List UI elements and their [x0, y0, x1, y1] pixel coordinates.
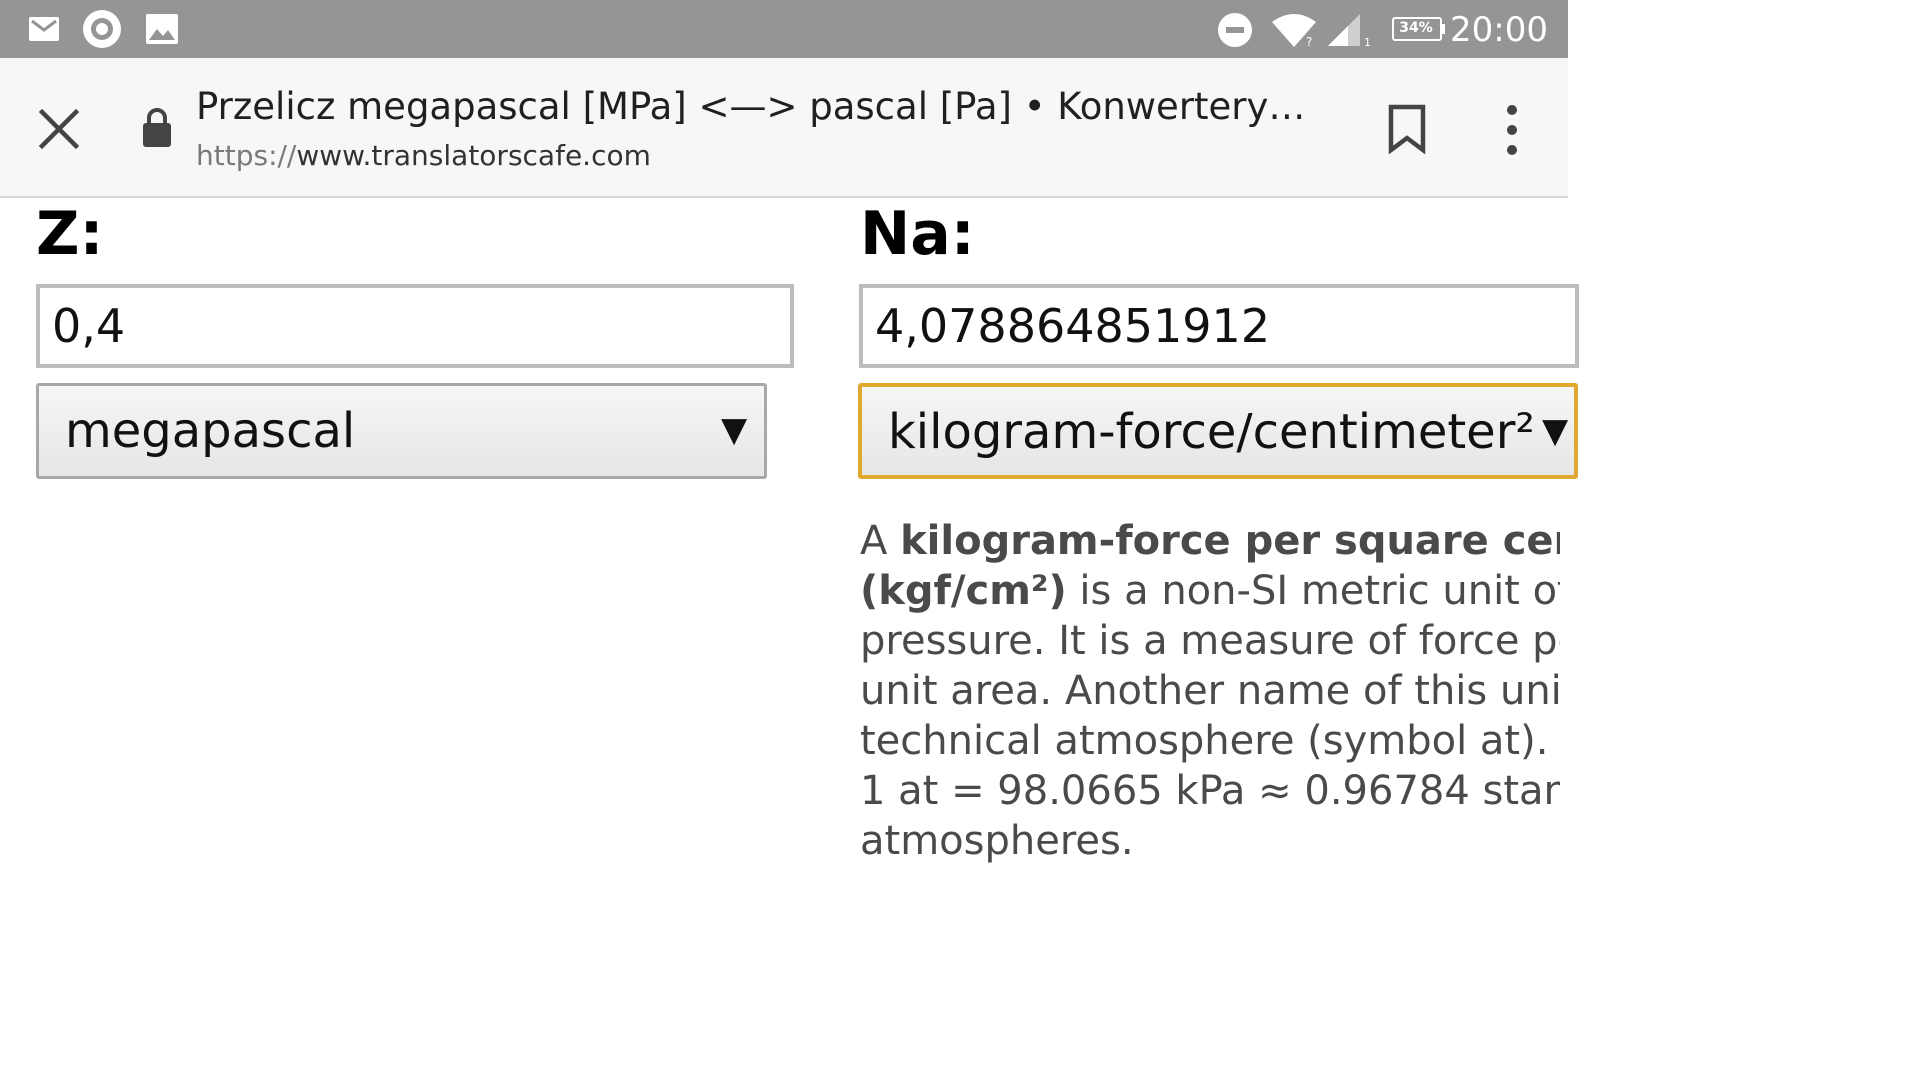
signal-icon: 1	[1328, 14, 1371, 48]
from-label: Z:	[36, 199, 104, 269]
from-unit-select[interactable]: megapascal ▼	[36, 383, 767, 479]
svg-text:1: 1	[1364, 36, 1371, 48]
page-url[interactable]: https://www.translatorscafe.com	[196, 136, 1296, 176]
dropdown-arrow-icon: ▼	[721, 410, 748, 450]
unit-description: A kilogram-force per square centimeter (…	[860, 516, 1560, 866]
to-unit-select[interactable]: kilogram-force/centimeter² ▼	[858, 383, 1578, 479]
gmail-icon	[29, 17, 59, 41]
unit-symbol: (kgf/cm²)	[860, 568, 1067, 614]
clock: 20:00	[1450, 10, 1548, 50]
close-icon[interactable]	[36, 106, 82, 152]
record-icon	[83, 10, 121, 48]
bookmark-icon[interactable]	[1386, 104, 1428, 154]
dnd-icon	[1218, 13, 1252, 47]
from-unit-value: megapascal	[65, 403, 356, 459]
svg-text:?: ?	[1306, 35, 1312, 48]
unit-name: kilogram-force per square centimeter	[900, 518, 1560, 564]
from-value-input[interactable]	[36, 284, 794, 368]
to-label: Na:	[860, 199, 975, 269]
page-title: Przelicz megapascal [MPa] <—> pascal [Pa…	[196, 85, 1316, 128]
url-scheme: https://	[196, 139, 297, 172]
url-host: www.translatorscafe.com	[296, 139, 651, 172]
status-bar: ? 1 34% 20:00	[0, 0, 1568, 58]
lock-icon	[143, 108, 171, 147]
to-unit-value: kilogram-force/centimeter²	[888, 404, 1535, 460]
image-icon	[146, 14, 178, 44]
battery-icon: 34%	[1392, 17, 1446, 41]
to-value-input[interactable]	[859, 284, 1579, 368]
more-options-icon[interactable]	[1494, 102, 1530, 158]
wifi-icon: ?	[1272, 14, 1316, 48]
browser-toolbar: Przelicz megapascal [MPa] <—> pascal [Pa…	[0, 58, 1568, 198]
battery-percentage: 34%	[1399, 20, 1433, 36]
dropdown-arrow-icon: ▼	[1542, 411, 1569, 451]
